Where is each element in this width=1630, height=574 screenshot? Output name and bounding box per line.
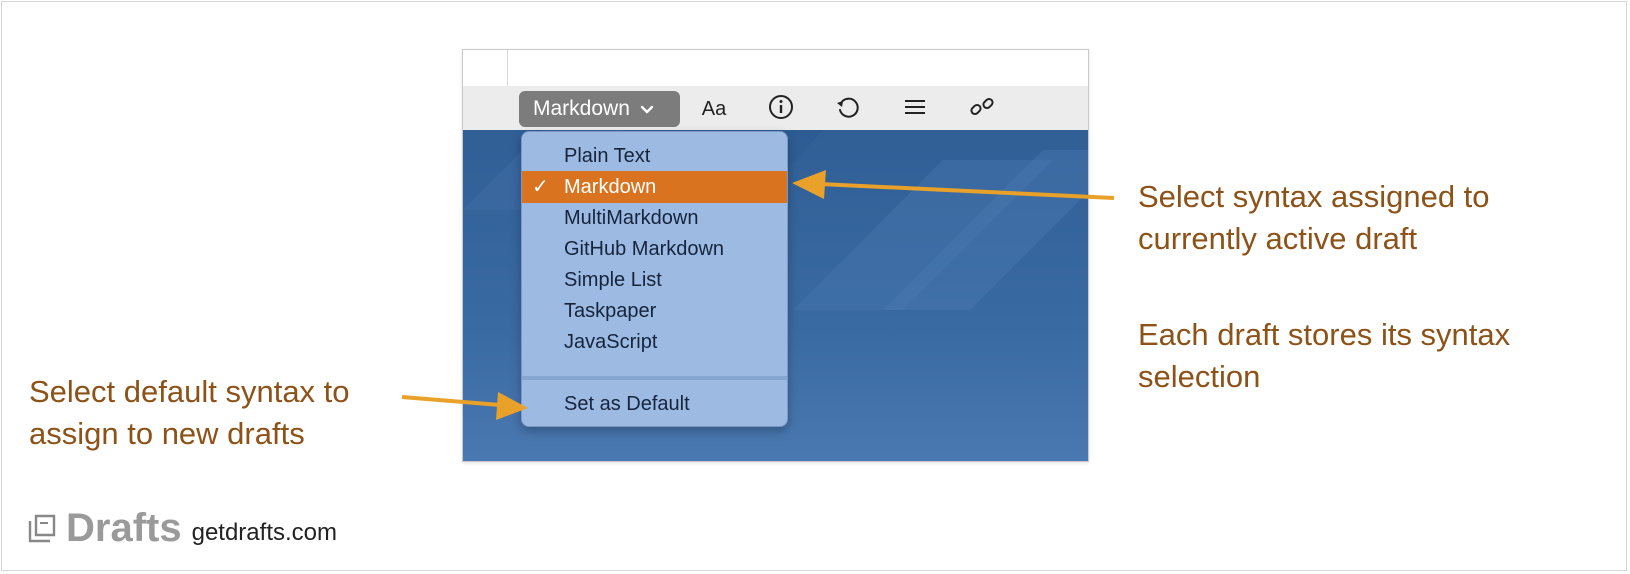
callout-active-draft: Select syntax assigned to currently acti… [1138, 176, 1490, 260]
brand-url: getdrafts.com [191, 519, 337, 546]
callout-arrows [401, 170, 1115, 420]
callout-line: Select syntax assigned to [1138, 179, 1490, 214]
arrowhead-default [496, 392, 528, 420]
callout-default-syntax: Select default syntax to assign to new d… [29, 371, 350, 455]
callout-line: Select default syntax to [29, 374, 350, 409]
callout-line: selection [1138, 359, 1261, 394]
callout-line: currently active draft [1138, 221, 1418, 256]
brand-name: Drafts [66, 506, 182, 550]
arrow-default [401, 395, 501, 407]
arrow-active-draft [819, 182, 1115, 200]
callout-line: Each draft stores its syntax [1138, 317, 1511, 352]
drafts-logo-icon [28, 513, 56, 548]
callout-line: assign to new drafts [29, 416, 305, 451]
callout-stores-syntax: Each draft stores its syntax selection [1138, 314, 1510, 398]
arrowhead-active-draft [792, 170, 826, 199]
brand-footer: Drafts getdrafts.com [28, 508, 337, 548]
